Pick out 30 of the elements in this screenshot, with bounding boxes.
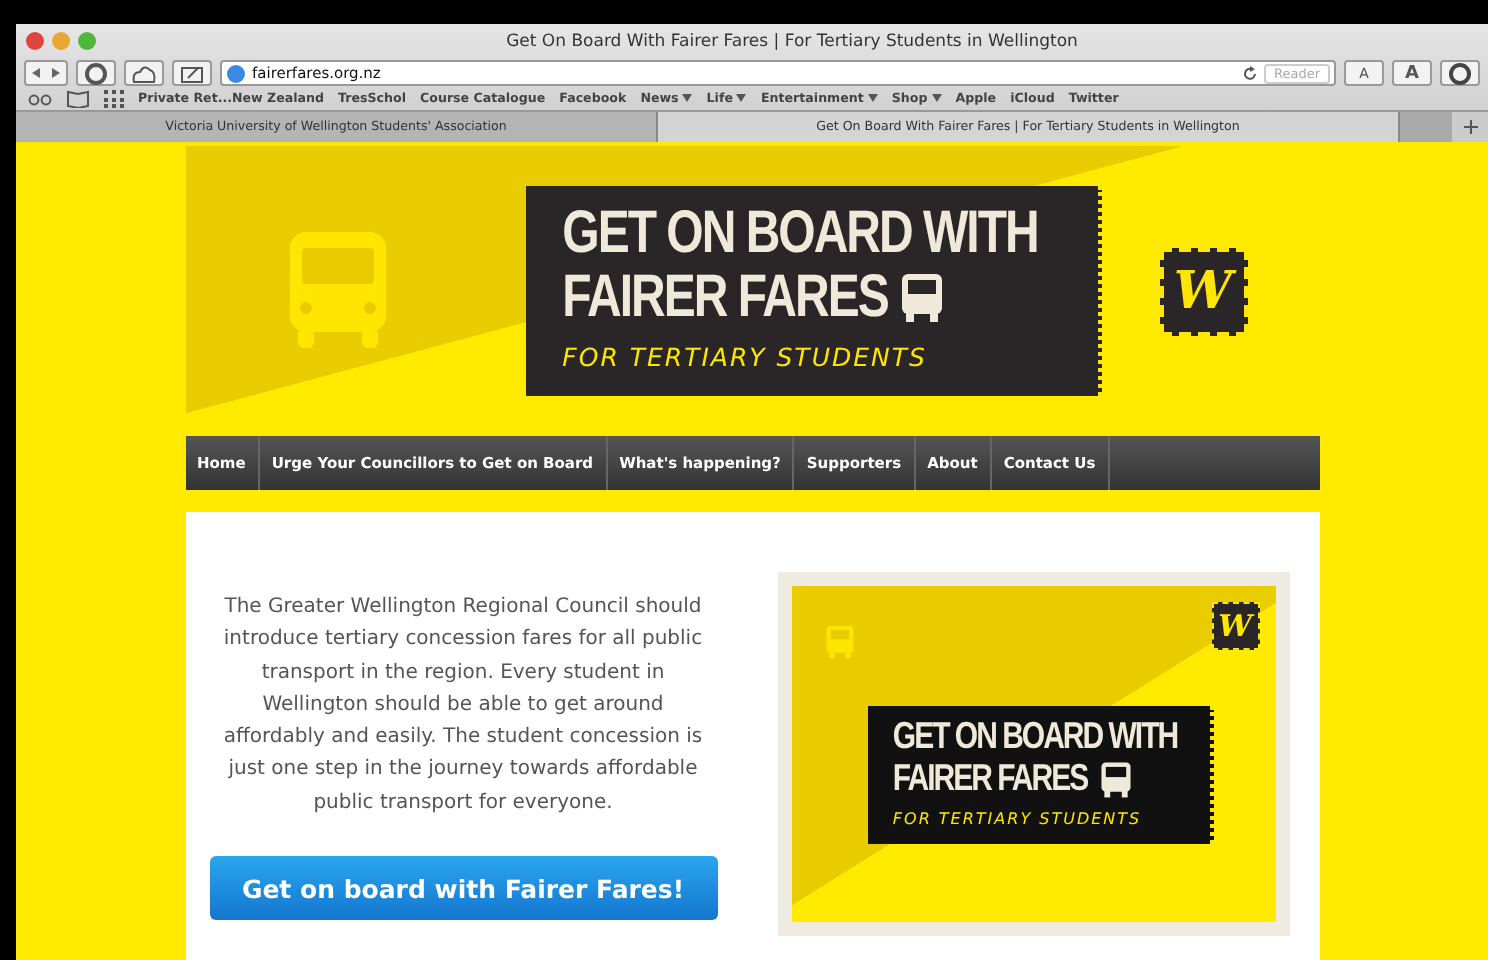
logo-text: FAIRER FARES xyxy=(892,760,1088,798)
union-logo: W xyxy=(1211,602,1259,650)
back-forward-icon xyxy=(30,66,62,80)
logo-text: FAIRER FARES xyxy=(562,268,888,328)
bus-icon xyxy=(899,274,944,322)
settings-icon[interactable] xyxy=(1440,60,1480,86)
reload-icon[interactable] xyxy=(1241,65,1258,81)
window-title: Get On Board With Fairer Fares | For Tertiary Students in Wellington xyxy=(504,31,1080,51)
bus-icon xyxy=(823,626,855,658)
globe-icon xyxy=(226,63,246,83)
logo-tagline: FOR TERTIARY STUDENTS xyxy=(562,342,929,372)
plus-icon xyxy=(1463,120,1477,134)
book-icon[interactable] xyxy=(66,90,90,108)
larger-text-button[interactable]: A xyxy=(1392,60,1432,86)
grid-icon[interactable] xyxy=(104,90,124,108)
intro-paragraph: The Greater Wellington Regional Council should introduce tertiary concession fares for all public transport in the region. Every student in Wellington should be able to get around affordably and easily. The student concession is just one step in the journey towards affordable public transport for everyone. xyxy=(221,594,705,818)
close-icon[interactable] xyxy=(26,32,44,50)
union-logo: W xyxy=(1159,247,1247,335)
bus-icon xyxy=(1099,761,1132,797)
bus-icon xyxy=(285,231,389,351)
share-icon[interactable] xyxy=(172,60,212,86)
reading-list-icon[interactable] xyxy=(28,91,52,107)
logo-text: GET ON BOARD WITH xyxy=(892,717,1178,755)
back-forward-button[interactable] xyxy=(24,60,68,86)
new-tab-button[interactable] xyxy=(1452,112,1488,142)
topsites-icon[interactable] xyxy=(76,60,116,86)
cloud-icon[interactable] xyxy=(124,60,164,86)
logo-text: GET ON BOARD WITH xyxy=(562,204,1038,264)
logo-tagline: FOR TERTIARY STUDENTS xyxy=(892,809,1144,827)
call-to-action-button[interactable]: Get on board with Fairer Fares! xyxy=(209,856,717,921)
